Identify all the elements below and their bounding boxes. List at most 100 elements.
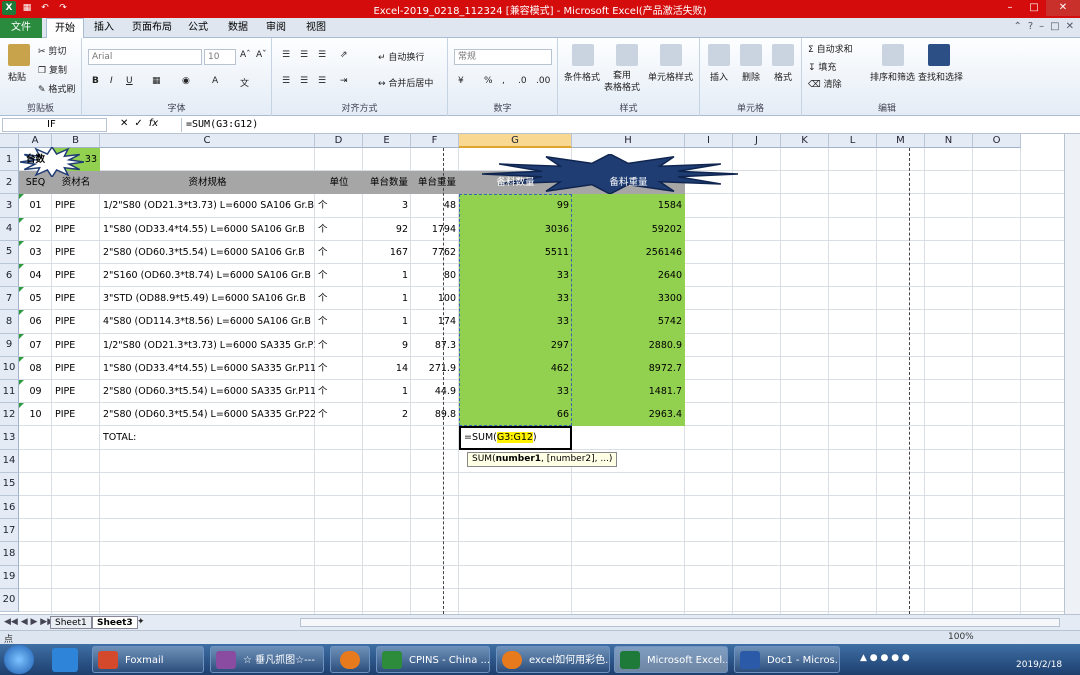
- tab-review[interactable]: 审阅: [258, 18, 294, 38]
- row-header-14[interactable]: 14: [0, 449, 19, 473]
- taskbar-app3[interactable]: [330, 646, 370, 673]
- cell-styles-icon[interactable]: [660, 44, 682, 66]
- bold-button[interactable]: B: [92, 76, 99, 86]
- cell-e7[interactable]: 1: [363, 287, 411, 310]
- cell-e6[interactable]: 1: [363, 264, 411, 287]
- row-header-16[interactable]: 16: [0, 496, 19, 520]
- cell-b1[interactable]: 33: [52, 148, 100, 171]
- cell-d6[interactable]: 个: [315, 264, 363, 287]
- cell-e9[interactable]: 9: [363, 334, 411, 357]
- copy-button[interactable]: ❐ 复制: [38, 63, 67, 76]
- cell-c12[interactable]: 2"S80 (OD60.3*t5.54) L=6000 SA335 Gr.P22: [100, 403, 315, 426]
- cell-f4[interactable]: 1794: [411, 218, 459, 241]
- cell-c9[interactable]: 1/2"S80 (OD21.3*t3.73) L=6000 SA335 Gr.P…: [100, 334, 315, 357]
- format-cells-icon[interactable]: [772, 44, 794, 66]
- underline-button[interactable]: U: [126, 76, 133, 86]
- cell-h6[interactable]: 2640: [572, 264, 685, 287]
- cell-c5[interactable]: 2"S80 (OD60.3*t5.54) L=6000 SA106 Gr.B: [100, 241, 315, 264]
- column-header-k[interactable]: K: [781, 134, 829, 148]
- cell-b3[interactable]: PIPE: [52, 194, 100, 217]
- fill-button[interactable]: ↧ 填充: [808, 60, 836, 73]
- cell-c3[interactable]: 1/2"S80 (OD21.3*t3.73) L=6000 SA106 Gr.B: [100, 194, 315, 217]
- cell-c10[interactable]: 1"S80 (OD33.4*t4.55) L=6000 SA335 Gr.P11: [100, 357, 315, 380]
- column-header-a[interactable]: A: [19, 134, 52, 148]
- wrap-text-button[interactable]: ↵ 自动换行: [378, 50, 424, 63]
- cell-d4[interactable]: 个: [315, 218, 363, 241]
- taskbar-capture[interactable]: ☆ 垂凡抓图☆---: [210, 646, 324, 673]
- minimize-button[interactable]: –: [998, 0, 1022, 16]
- cell-c6[interactable]: 2"S160 (OD60.3*t8.74) L=6000 SA106 Gr.B: [100, 264, 315, 287]
- maximize-button[interactable]: □: [1022, 0, 1046, 16]
- cell-f5[interactable]: 7762: [411, 241, 459, 264]
- active-cell-g13[interactable]: =SUM(G3:G12): [459, 426, 572, 450]
- cell-f7[interactable]: 100: [411, 287, 459, 310]
- column-label-3[interactable]: 资材规格: [100, 171, 315, 194]
- row-header-8[interactable]: 8: [0, 310, 19, 334]
- tray-icons[interactable]: ▲ ● ● ● ●: [860, 653, 910, 663]
- cell-b4[interactable]: PIPE: [52, 218, 100, 241]
- conditional-format-icon[interactable]: [572, 44, 594, 66]
- decrease-decimal-icon[interactable]: .00: [536, 76, 550, 86]
- row-header-2[interactable]: 2: [0, 171, 19, 195]
- cell-b12[interactable]: PIPE: [52, 403, 100, 426]
- clear-button[interactable]: ⌫ 清除: [808, 77, 842, 90]
- format-table-icon[interactable]: [616, 44, 638, 66]
- cell-d5[interactable]: 个: [315, 241, 363, 264]
- tab-insert[interactable]: 插入: [86, 18, 122, 38]
- cell-d3[interactable]: 个: [315, 194, 363, 217]
- cell-b8[interactable]: PIPE: [52, 310, 100, 333]
- align-middle-icon[interactable]: ☰: [300, 50, 308, 60]
- cell-f6[interactable]: 80: [411, 264, 459, 287]
- column-header-o[interactable]: O: [973, 134, 1021, 148]
- row-header-13[interactable]: 13: [0, 426, 19, 450]
- cell-a1[interactable]: 台数: [19, 148, 52, 171]
- sheet-tab-3[interactable]: Sheet3: [92, 616, 138, 629]
- format-table-button[interactable]: 套用 表格格式: [604, 70, 640, 94]
- cell-d7[interactable]: 个: [315, 287, 363, 310]
- delete-cells-icon[interactable]: [740, 44, 762, 66]
- cell-f12[interactable]: 89.8: [411, 403, 459, 426]
- cell-b9[interactable]: PIPE: [52, 334, 100, 357]
- select-all-corner[interactable]: [0, 134, 19, 148]
- align-left-icon[interactable]: ☰: [282, 76, 290, 86]
- row-header-15[interactable]: 15: [0, 472, 19, 496]
- cell-e8[interactable]: 1: [363, 310, 411, 333]
- cell-c7[interactable]: 3"STD (OD88.9*t5.49) L=6000 SA106 Gr.B: [100, 287, 315, 310]
- insert-cells-icon[interactable]: [708, 44, 730, 66]
- cell-f11[interactable]: 44.9: [411, 380, 459, 403]
- tab-formulas[interactable]: 公式: [180, 18, 216, 38]
- cell-f3[interactable]: 48: [411, 194, 459, 217]
- column-header-n[interactable]: N: [925, 134, 973, 148]
- column-label-2[interactable]: 资材名: [52, 171, 100, 194]
- cell-b10[interactable]: PIPE: [52, 357, 100, 380]
- cell-e5[interactable]: 167: [363, 241, 411, 264]
- vertical-scrollbar[interactable]: [1064, 134, 1080, 614]
- merge-center-button[interactable]: ↔ 合并后居中: [378, 76, 433, 89]
- row-header-17[interactable]: 17: [0, 519, 19, 543]
- tab-file[interactable]: 文件: [0, 18, 42, 38]
- autosum-button[interactable]: Σ 自动求和: [808, 42, 853, 55]
- comma-icon[interactable]: ,: [502, 76, 505, 86]
- row-header-11[interactable]: 11: [0, 380, 19, 404]
- row-header-20[interactable]: 20: [0, 588, 19, 612]
- horizontal-scrollbar[interactable]: [300, 618, 1060, 627]
- cell-h11[interactable]: 1481.7: [572, 380, 685, 403]
- cell-d9[interactable]: 个: [315, 334, 363, 357]
- new-sheet-icon[interactable]: ✦: [137, 617, 145, 627]
- tab-data[interactable]: 数据: [220, 18, 256, 38]
- cell-e11[interactable]: 1: [363, 380, 411, 403]
- cell-h3[interactable]: 1584: [572, 194, 685, 217]
- font-grow-icon[interactable]: Aˆ: [240, 50, 251, 60]
- cell-f9[interactable]: 87.3: [411, 334, 459, 357]
- cell-b11[interactable]: PIPE: [52, 380, 100, 403]
- formula-input[interactable]: =SUM(G3:G12): [181, 118, 1078, 132]
- font-size-combo[interactable]: 10: [204, 49, 236, 65]
- cell-c4[interactable]: 1"S80 (OD33.4*t4.55) L=6000 SA106 Gr.B: [100, 218, 315, 241]
- row-header-9[interactable]: 9: [0, 333, 19, 357]
- cell-d12[interactable]: 个: [315, 403, 363, 426]
- column-header-f[interactable]: F: [411, 134, 459, 148]
- border-icon[interactable]: ▦: [152, 76, 161, 86]
- cut-button[interactable]: ✂ 剪切: [38, 44, 66, 57]
- align-bottom-icon[interactable]: ☰: [318, 50, 326, 60]
- percent-button[interactable]: %: [484, 76, 493, 86]
